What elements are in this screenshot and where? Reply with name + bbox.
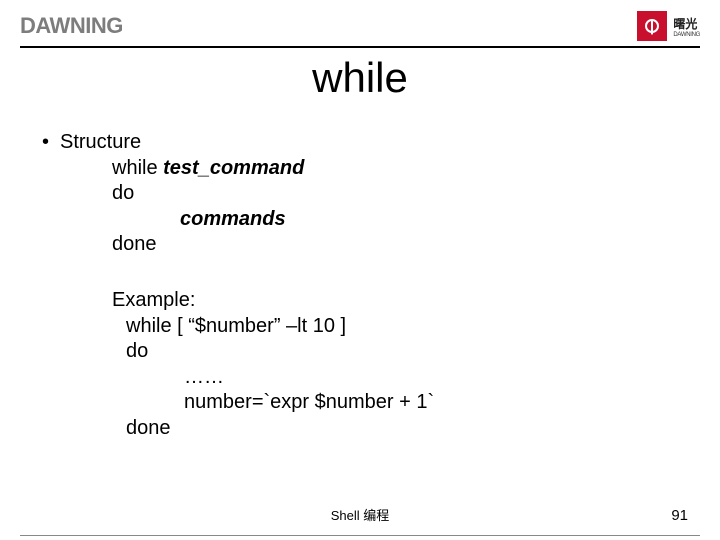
- slide: DAWNING 曙光 DAWNING while • Structure whi…: [0, 0, 720, 540]
- header: DAWNING 曙光 DAWNING: [0, 0, 720, 46]
- bullet-dot-icon: •: [42, 130, 60, 156]
- bullet-text: Structure: [60, 130, 141, 156]
- ex-line-do: do: [112, 339, 720, 365]
- bullet-structure: • Structure: [42, 130, 720, 156]
- ex-line-ellipsis: ……: [112, 365, 720, 391]
- brand-text-right: 曙光 DAWNING: [673, 15, 700, 38]
- arg-test-command: test_command: [163, 157, 304, 179]
- code-line-do: do: [42, 181, 720, 207]
- brand-right: 曙光 DAWNING: [637, 11, 700, 41]
- ex-line-expr: number=`expr $number + 1`: [112, 390, 720, 416]
- example-block: Example: while [ “$number” –lt 10 ] do ……: [42, 288, 720, 442]
- brand-text-left: DAWNING: [20, 13, 123, 39]
- ex-line-while: while [ “$number” –lt 10 ]: [112, 314, 720, 340]
- brand-cn: 曙光: [673, 15, 700, 32]
- kw-while: while: [112, 157, 163, 179]
- ex-line-done: done: [112, 416, 720, 442]
- slide-body: • Structure while test_command do comman…: [0, 102, 720, 442]
- example-label: Example:: [112, 288, 720, 314]
- slide-title: while: [0, 54, 720, 102]
- header-rule: [20, 46, 700, 48]
- page-number: 91: [671, 507, 688, 524]
- code-line-commands: commands: [42, 207, 720, 233]
- code-line-done: done: [42, 232, 720, 258]
- code-line-while: while test_command: [42, 156, 720, 182]
- brand-en: DAWNING: [673, 32, 700, 38]
- footer-rule: [20, 535, 700, 536]
- sun-logo-icon: [637, 11, 667, 41]
- footer-center: Shell 编程: [0, 505, 720, 524]
